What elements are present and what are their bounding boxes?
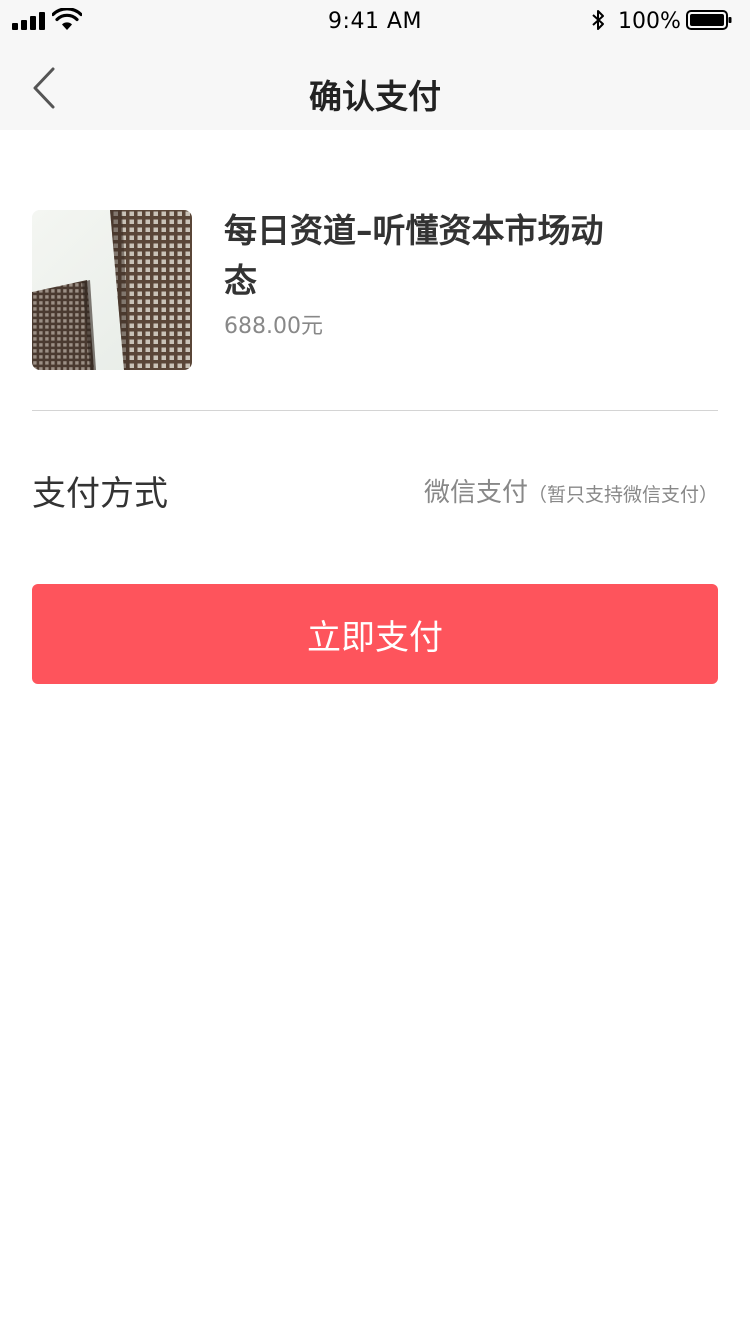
page-title: 确认支付 [309, 77, 441, 116]
battery-icon [686, 10, 732, 30]
product-title: 每日资道–听懂资本市场动态 [224, 211, 604, 300]
status-bar: 9:41 AM 100% [0, 0, 750, 42]
battery-percent: 100% [618, 9, 681, 34]
product-price: 688.00元 [224, 314, 323, 339]
product-image [32, 210, 192, 370]
divider [32, 410, 718, 411]
payment-method-name: 微信支付 [423, 478, 528, 508]
bluetooth-icon [592, 10, 604, 30]
product-card: 每日资道–听懂资本市场动态 688.00元 [32, 210, 718, 370]
payment-method-row: 支付方式 微信支付（暂只支持微信支付） [32, 460, 718, 520]
payment-method-value: 微信支付（暂只支持微信支付） [424, 472, 718, 509]
payment-method-note: （暂只支持微信支付） [527, 484, 718, 506]
pay-now-button[interactable]: 立即支付 [32, 584, 718, 684]
payment-method-label: 支付方式 [32, 474, 168, 514]
navigation-bar: 确认支付 [0, 42, 750, 130]
